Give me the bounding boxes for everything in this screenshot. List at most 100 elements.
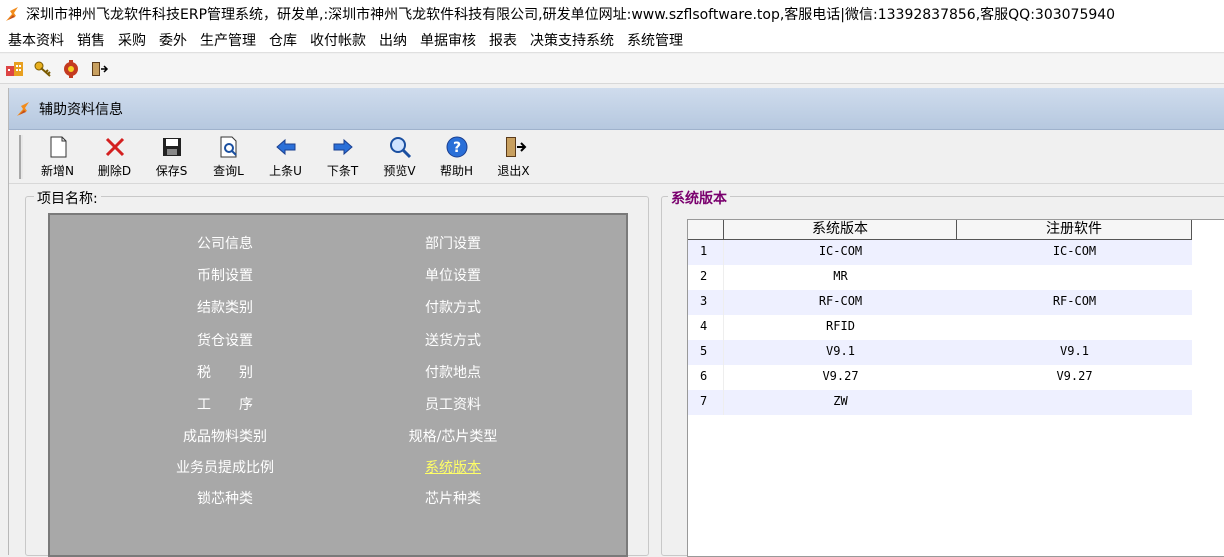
window-title: 深圳市神州飞龙软件科技ERP管理系统，研发单,:深圳市神州飞龙软件科技有限公司,… [26, 7, 1116, 23]
cell-registered[interactable]: IC-COM [957, 240, 1192, 265]
item-link[interactable]: 税 别 [135, 362, 315, 382]
toolbar-button-arrow-left[interactable]: 上条U [257, 134, 314, 179]
column-header-registered[interactable]: 注册软件 [957, 220, 1192, 240]
gear-icon[interactable] [60, 58, 82, 80]
cell-registered[interactable]: V9.27 [957, 365, 1192, 390]
menu-item[interactable]: 出纳 [375, 30, 416, 50]
items-panel: 公司信息币制设置结款类别货仓设置税 别工 序成品物料类别 业务员提成比例 锁芯种类 部… [48, 213, 628, 557]
query-icon [216, 134, 242, 160]
delete-icon [102, 134, 128, 160]
item-link[interactable]: 业务员提成比例 [135, 457, 315, 477]
cell-version[interactable]: V9.27 [724, 365, 957, 390]
row-number: 5 [688, 340, 724, 365]
row-number: 1 [688, 240, 724, 265]
row-number-header [688, 220, 724, 240]
toolbar-button-label: 删除D [97, 164, 132, 178]
menu-item[interactable]: 销售 [73, 30, 114, 50]
arrow-right-icon [330, 134, 356, 160]
company-icon[interactable] [4, 58, 26, 80]
cell-version[interactable]: ZW [724, 390, 957, 415]
help-icon: ? [444, 134, 470, 160]
exit-icon[interactable] [88, 58, 110, 80]
item-link[interactable]: 结款类别 [135, 297, 315, 317]
cell-version[interactable]: MR [724, 265, 957, 290]
row-number: 3 [688, 290, 724, 315]
cell-version[interactable]: RF-COM [724, 290, 957, 315]
item-link[interactable]: 付款方式 [363, 297, 543, 317]
arrow-left-icon [273, 134, 299, 160]
key-icon[interactable] [32, 58, 54, 80]
toolbar-button-label: 新增N [41, 164, 74, 178]
toolbar-button-label: 上条U [269, 164, 302, 178]
menu-item[interactable]: 采购 [114, 30, 155, 50]
table-row[interactable]: 2 MR [688, 265, 1192, 290]
toolbar-button-arrow-right[interactable]: 下条T [314, 134, 371, 179]
toolbar-button-label: 下条T [326, 164, 359, 178]
menu-item[interactable]: 报表 [485, 30, 526, 50]
menu-item[interactable]: 基本资料 [4, 30, 73, 50]
toolbar-button-save[interactable]: 保存S [143, 134, 200, 179]
table-row[interactable]: 3 RF-COM RF-COM [688, 290, 1192, 315]
toolbar-button-label: 预览V [383, 164, 416, 178]
child-window-caption: 辅助资料信息 [9, 88, 1224, 130]
cell-registered[interactable] [957, 390, 1192, 415]
item-link[interactable]: 员工资料 [363, 394, 543, 414]
menu-item[interactable]: 生产管理 [196, 30, 265, 50]
item-link[interactable]: 送货方式 [363, 330, 543, 350]
table-row[interactable]: 6 V9.27 V9.27 [688, 365, 1192, 390]
item-link[interactable]: 规格/芯片类型 [363, 426, 543, 446]
cell-registered[interactable]: RF-COM [957, 290, 1192, 315]
save-icon [159, 134, 185, 160]
table-row[interactable]: 4 RFID [688, 315, 1192, 340]
app-logo-icon [6, 7, 18, 21]
cell-registered[interactable] [957, 265, 1192, 290]
table-row[interactable]: 5 V9.1 V9.1 [688, 340, 1192, 365]
item-link[interactable]: 芯片种类 [363, 488, 543, 508]
menu-item[interactable]: 单据审核 [416, 30, 485, 50]
cell-registered[interactable]: V9.1 [957, 340, 1192, 365]
item-link[interactable]: 币制设置 [135, 265, 315, 285]
grid-header: 系统版本 注册软件 [688, 220, 1192, 240]
toolbar-grip[interactable] [19, 135, 23, 179]
item-link[interactable]: 锁芯种类 [135, 488, 315, 508]
table-row[interactable]: 1 IC-COM IC-COM [688, 240, 1192, 265]
item-link-selected[interactable]: 系统版本 [363, 457, 543, 477]
version-group: 系统版本 系统版本 注册软件 1 IC-COM IC-COM 2 MR 3 RF-COM RF… [661, 188, 1224, 557]
item-link[interactable]: 单位设置 [363, 265, 543, 285]
quick-toolbar [0, 54, 1224, 84]
svg-text:?: ? [452, 140, 460, 156]
cell-registered[interactable] [957, 315, 1192, 340]
toolbar-button-exit[interactable]: 退出X [485, 134, 542, 179]
menu-item[interactable]: 系统管理 [623, 30, 692, 50]
item-link[interactable]: 公司信息 [135, 233, 315, 253]
column-header-version[interactable]: 系统版本 [724, 220, 957, 240]
item-link[interactable]: 工 序 [135, 394, 315, 414]
child-window: 辅助资料信息 新增N 删除D 保存S 查询L 上条U 下条T 预览V ? 帮助H 退出X 项目名称… [8, 88, 1224, 557]
cell-version[interactable]: RFID [724, 315, 957, 340]
toolbar-button-preview[interactable]: 预览V [371, 134, 428, 179]
menu-item[interactable]: 决策支持系统 [526, 30, 623, 50]
cell-version[interactable]: V9.1 [724, 340, 957, 365]
toolbar-button-delete[interactable]: 删除D [86, 134, 143, 179]
window-titlebar: 深圳市神州飞龙软件科技ERP管理系统，研发单,:深圳市神州飞龙软件科技有限公司,… [0, 0, 1224, 28]
exit-icon [501, 134, 527, 160]
item-link[interactable]: 付款地点 [363, 362, 543, 382]
item-link[interactable]: 货仓设置 [135, 330, 315, 350]
new-doc-icon [45, 134, 71, 160]
row-number: 2 [688, 265, 724, 290]
version-grid[interactable]: 系统版本 注册软件 1 IC-COM IC-COM 2 MR 3 RF-COM RF-COM 4… [687, 219, 1224, 557]
items-group-legend: 项目名称: [34, 188, 101, 208]
toolbar-button-new-doc[interactable]: 新增N [29, 134, 86, 179]
item-link[interactable]: 部门设置 [363, 233, 543, 253]
menu-item[interactable]: 仓库 [265, 30, 306, 50]
table-row[interactable]: 7 ZW [688, 390, 1192, 415]
menu-item[interactable]: 委外 [155, 30, 196, 50]
child-window-title: 辅助资料信息 [39, 101, 123, 118]
item-link[interactable]: 成品物料类别 [135, 426, 315, 446]
preview-icon [387, 134, 413, 160]
toolbar-button-help[interactable]: ? 帮助H [428, 134, 485, 179]
toolbar-button-query[interactable]: 查询L [200, 134, 257, 179]
menu-item[interactable]: 收付帐款 [306, 30, 375, 50]
items-group: 项目名称: 公司信息币制设置结款类别货仓设置税 别工 序成品物料类别 业务员提成比… [25, 188, 649, 557]
cell-version[interactable]: IC-COM [724, 240, 957, 265]
